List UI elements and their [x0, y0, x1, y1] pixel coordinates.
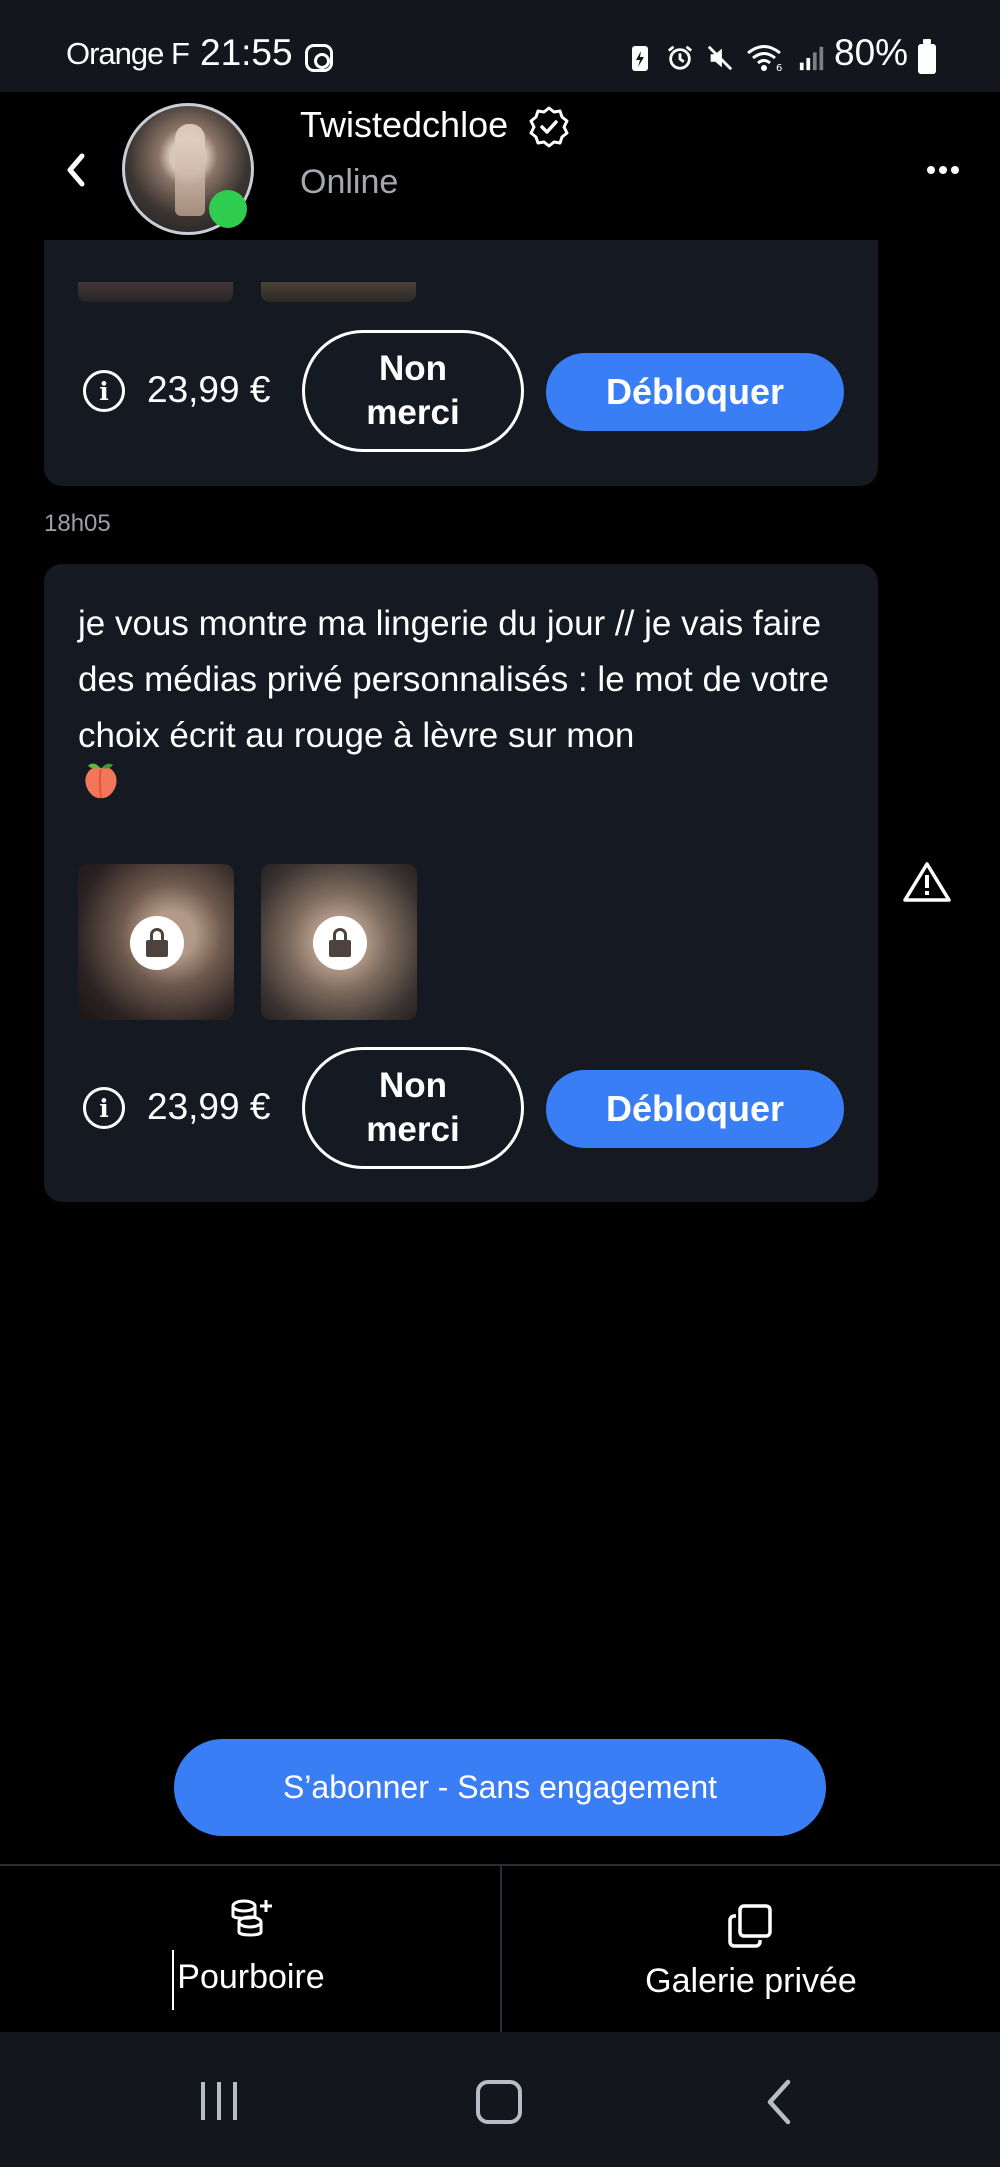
info-icon[interactable]: i [83, 370, 125, 412]
signal-icon [799, 46, 824, 71]
info-icon[interactable]: i [83, 1087, 125, 1129]
wifi-icon: 6 [747, 45, 782, 73]
presence-status: Online [300, 163, 399, 201]
back-chevron-icon[interactable] [58, 150, 94, 190]
alarm-icon [667, 45, 693, 70]
verified-badge-icon [529, 106, 569, 148]
report-warning-icon[interactable] [902, 860, 952, 904]
message-text: je vous montre ma lingerie du jour // je… [78, 604, 829, 755]
locked-media-thumbnail[interactable] [78, 282, 233, 302]
home-icon[interactable] [476, 2080, 522, 2124]
instagram-icon [305, 44, 333, 72]
gallery-label: Galerie privée [645, 1962, 857, 2000]
decline-button[interactable]: Non merci [302, 1047, 524, 1169]
recents-icon[interactable] [198, 2080, 240, 2122]
unlock-button[interactable]: Débloquer [546, 353, 844, 431]
private-gallery-button[interactable]: Galerie privée [502, 1866, 1000, 2032]
locked-media-thumbnail[interactable] [261, 864, 417, 1020]
online-indicator [209, 190, 247, 228]
clock: 21:55 [200, 32, 293, 73]
mute-icon [707, 45, 733, 71]
system-back-icon[interactable] [764, 2078, 794, 2126]
price-label: 23,99 € [147, 1086, 271, 1127]
price-label: 23,99 € [147, 369, 271, 410]
locked-media-thumbnail[interactable] [261, 282, 416, 302]
gallery-icon [728, 1904, 772, 1948]
tip-label: Pourboire [177, 1958, 325, 1996]
carrier-label: Orange F [66, 36, 190, 71]
locked-media-thumbnail[interactable] [78, 864, 234, 1020]
unlock-button[interactable]: Débloquer [546, 1070, 844, 1148]
battery-saver-icon [632, 46, 648, 71]
message-timestamp: 18h05 [44, 510, 111, 537]
svg-text:6: 6 [776, 63, 782, 73]
tip-button[interactable]: Pourboire [2, 1866, 502, 2032]
lock-icon [313, 916, 367, 970]
more-options-icon[interactable] [926, 156, 960, 184]
battery-percentage: 80% [834, 32, 909, 73]
lock-icon [130, 916, 184, 970]
battery-icon [918, 39, 936, 74]
peach-emoji [85, 763, 117, 799]
decline-button[interactable]: Non merci [302, 330, 524, 452]
coins-plus-icon [231, 1899, 272, 1937]
status-icons: 6 [626, 40, 826, 76]
contact-name[interactable]: Twistedchloe [300, 104, 508, 146]
subscribe-button[interactable]: S’abonner - Sans engagement [174, 1739, 826, 1836]
